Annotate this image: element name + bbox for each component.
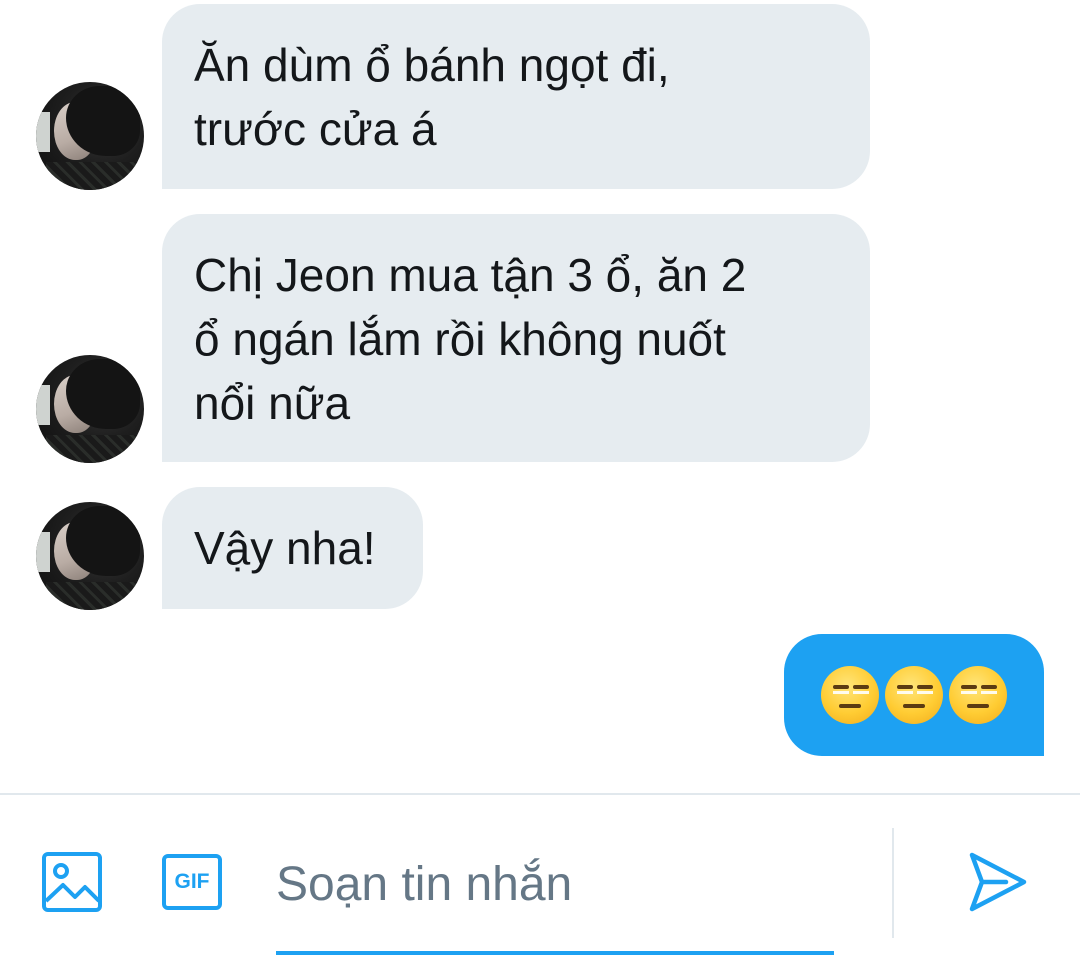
gif-label: GIF [162, 854, 222, 910]
send-icon[interactable] [962, 847, 1032, 917]
avatar[interactable] [36, 82, 144, 190]
message-text-line: ổ ngán lắm rồi không nuốt [194, 313, 726, 365]
message-input[interactable] [276, 845, 834, 923]
expressionless-face-emoji [821, 666, 879, 724]
message-input-wrapper [276, 825, 834, 955]
incoming-message-bubble[interactable]: Ăn dùm ổ bánh ngọt đi, trước cửa á [162, 4, 870, 189]
incoming-message-bubble[interactable]: Vậy nha! [162, 487, 423, 609]
expressionless-face-emoji [885, 666, 943, 724]
message-text-line: Chị Jeon mua tận 3 ổ, ăn 2 [194, 249, 747, 301]
divider [892, 828, 894, 938]
message-text-line: Vậy nha! [194, 522, 376, 574]
incoming-message-bubble[interactable]: Chị Jeon mua tận 3 ổ, ăn 2 ổ ngán lắm rồ… [162, 214, 870, 462]
outgoing-message-bubble[interactable] [784, 634, 1044, 756]
message-composer: GIF [0, 793, 1080, 976]
message-thread: Ăn dùm ổ bánh ngọt đi, trước cửa á Chị J… [0, 0, 1080, 793]
message-text-line: nổi nữa [194, 377, 351, 429]
avatar[interactable] [36, 355, 144, 463]
expressionless-face-emoji [949, 666, 1007, 724]
message-text-line: Ăn dùm ổ bánh ngọt đi, [194, 39, 670, 91]
input-focus-underline [276, 951, 834, 955]
image-icon[interactable] [40, 850, 104, 914]
message-text-line: trước cửa á [194, 103, 437, 155]
avatar[interactable] [36, 502, 144, 610]
gif-button[interactable]: GIF [160, 850, 224, 914]
